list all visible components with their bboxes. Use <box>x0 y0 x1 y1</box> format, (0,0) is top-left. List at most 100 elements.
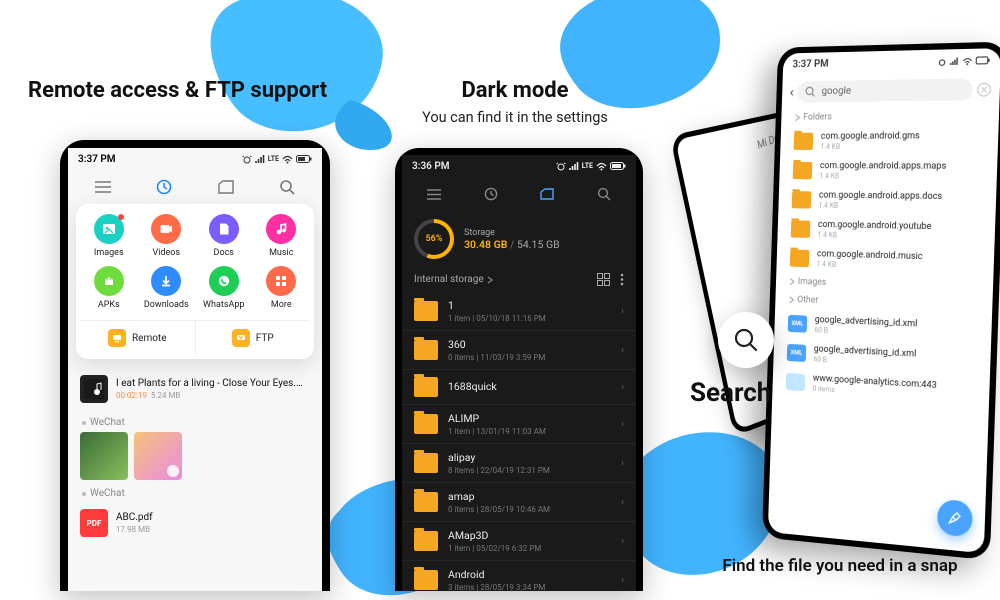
status-time: 3:37 PM <box>78 154 116 165</box>
folder-row[interactable]: Android3 items | 28/05/19 3:34 PM› <box>402 561 636 591</box>
folder-row[interactable]: alipay 8 items | 22/04/19 12:31 PM › <box>402 444 636 483</box>
chevron-right-icon <box>795 114 801 122</box>
chevron-right-icon: › <box>621 345 624 356</box>
category-whatsapp[interactable]: WhatsApp <box>195 266 253 310</box>
result-group-folders[interactable]: Folders <box>781 106 999 126</box>
file-row[interactable]: I eat Plants for a living - Close Your E… <box>80 369 310 409</box>
folder-icon <box>790 249 810 267</box>
panel3-footer: Find the file you need in a snap <box>710 556 970 576</box>
folder-name: ALIMP <box>448 412 611 425</box>
category-videos[interactable]: Videos <box>138 214 196 258</box>
wifi-icon <box>282 154 293 164</box>
file-size: 17.98 MB <box>116 525 310 534</box>
ftp-button[interactable]: FTP <box>196 321 311 355</box>
folder-meta: 1 item | 13/01/19 11:03 AM <box>448 427 611 436</box>
storage-widget[interactable]: 56% Storage 30.48 GB / 54.15 GB <box>402 211 636 267</box>
back-button[interactable]: ‹ <box>790 84 795 100</box>
folder-meta: 8 items | 22/04/19 12:31 PM <box>448 466 611 475</box>
remote-icon <box>108 329 126 347</box>
storage-tab[interactable] <box>527 180 567 208</box>
chevron-right-icon: › <box>621 458 624 469</box>
wifi-icon <box>962 56 973 66</box>
result-row[interactable]: com.google.android.apps.docs1.4 KB <box>778 185 996 218</box>
storage-ring: 56% <box>414 219 454 259</box>
folder-row[interactable]: 3600 items | 11/03/19 3:59 PM› <box>402 331 636 370</box>
search-button[interactable] <box>267 173 307 201</box>
more-vert-icon[interactable] <box>620 273 624 286</box>
remote-button[interactable]: Remote <box>80 321 196 355</box>
folder-icon <box>414 492 438 512</box>
folder-icon <box>792 191 812 208</box>
image-thumb[interactable] <box>80 432 128 480</box>
video-icon <box>151 214 181 244</box>
folder-icon <box>414 453 438 473</box>
recent-tab[interactable] <box>144 173 184 201</box>
category-docs[interactable]: Docs <box>195 214 253 258</box>
file-type-icon <box>786 373 806 391</box>
clear-icon[interactable] <box>977 82 992 97</box>
lte-icon: LTE <box>582 162 593 170</box>
folder-name: 360 <box>448 338 611 351</box>
folder-name: alipay <box>448 451 611 464</box>
folder-icon <box>794 133 814 150</box>
broom-icon <box>946 509 963 527</box>
menu-button[interactable] <box>83 173 123 201</box>
file-type-icon: XML <box>788 315 808 333</box>
chevron-right-icon: › <box>621 536 624 547</box>
category-label: More <box>271 300 292 310</box>
battery-icon <box>610 161 626 171</box>
alarm-icon <box>556 161 566 171</box>
section-label: WeChat <box>82 488 310 499</box>
search-icon <box>805 86 816 97</box>
category-images[interactable]: Images <box>80 214 138 258</box>
chevron-right-icon: › <box>621 382 624 393</box>
categories-card: ImagesVideosDocs Music APKsDownloadsWhatsA… <box>76 204 314 359</box>
folder-row[interactable]: ALIMP1 item | 13/01/19 11:03 AM› <box>402 405 636 444</box>
file-name: I eat Plants for a living - Close Your E… <box>116 378 310 389</box>
file-row[interactable]: PDF ABC.pdf 17.98 MB <box>80 503 310 543</box>
folder-icon <box>414 531 438 551</box>
search-input[interactable]: google <box>797 78 973 102</box>
alarm-icon <box>937 56 947 66</box>
status-bar: 3:37 PM LTE <box>68 148 322 170</box>
folder-meta: 3 items | 28/05/19 3:34 PM <box>448 583 611 591</box>
file-name: ABC.pdf <box>116 512 310 523</box>
result-name: com.google.android.apps.docs <box>819 190 982 202</box>
panel1-title: Remote access & FTP support <box>28 78 328 103</box>
fab-button[interactable] <box>937 499 973 538</box>
category-more[interactable]: More <box>253 266 311 310</box>
image-icon <box>94 214 124 244</box>
folder-row[interactable]: AMap3D1 item | 05/02/19 6:32 PM› <box>402 522 636 561</box>
result-row[interactable]: com.google.android.apps.maps1.4 KB <box>779 156 997 187</box>
status-time: 3:37 PM <box>792 58 828 70</box>
result-row[interactable]: com.google.android.gms1.4 KB <box>780 126 998 157</box>
search-button[interactable] <box>584 180 624 208</box>
category-music[interactable]: Music <box>253 214 311 258</box>
folder-row[interactable]: amap0 items | 28/05/19 10:46 AM› <box>402 483 636 522</box>
battery-icon <box>296 154 312 164</box>
search-query: google <box>821 86 851 98</box>
wifi-icon <box>596 161 607 171</box>
file-type-icon: XML <box>787 344 807 362</box>
status-bar: 3:36 PM LTE <box>402 155 636 177</box>
folder-icon <box>791 220 811 238</box>
search-icon <box>733 327 759 353</box>
alarm-icon <box>242 154 252 164</box>
whatsapp-icon <box>209 266 239 296</box>
section-label: WeChat <box>82 417 310 428</box>
phone-search: 3:37 PM ‹ google Folders <box>762 42 1000 561</box>
breadcrumb[interactable]: Internal storage <box>414 274 493 285</box>
category-downloads[interactable]: Downloads <box>138 266 196 310</box>
storage-tab[interactable] <box>206 173 246 201</box>
folder-icon <box>793 162 813 179</box>
category-apks[interactable]: APKs <box>80 266 138 310</box>
folder-row[interactable]: 1688quick› <box>402 370 636 405</box>
video-thumb[interactable] <box>134 432 182 480</box>
menu-button[interactable] <box>414 180 454 208</box>
category-label: Music <box>269 248 293 258</box>
ftp-label: FTP <box>256 333 274 344</box>
folder-row[interactable]: 11 item | 05/10/18 11:16 PM› <box>402 292 636 331</box>
recent-tab[interactable] <box>471 180 511 208</box>
search-bubble <box>718 312 774 368</box>
view-grid-icon[interactable] <box>597 273 610 286</box>
